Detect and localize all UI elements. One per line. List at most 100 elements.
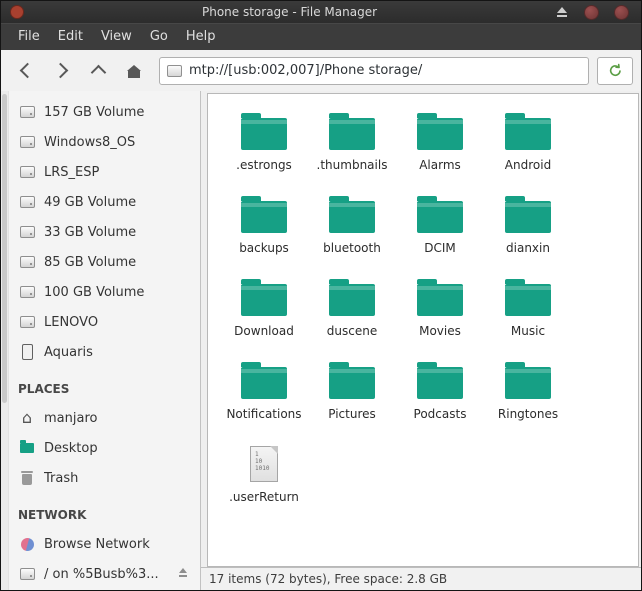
folder-icon [241,118,287,150]
binary-file-icon: 1 10 1010 [250,446,278,482]
up-button[interactable] [81,56,115,86]
menu-view[interactable]: View [92,24,141,50]
folder-icon [329,118,375,150]
file-item-label: dianxin [484,241,572,255]
statusbar: 17 items (72 bytes), Free space: 2.8 GB [201,567,641,590]
sidebar-item-label: 33 GB Volume [44,225,136,240]
file-item-label: bluetooth [308,241,396,255]
sidebar-item-windows8-os[interactable]: Windows8_OS [13,127,200,157]
file-item-android[interactable]: Android [484,106,572,189]
sidebar-item-label: Desktop [44,441,98,456]
drive-icon [18,254,36,270]
folder-icon [329,201,375,233]
drive-icon [18,566,36,582]
file-item-dcim[interactable]: DCIM [396,189,484,272]
sidebar-item-85-gb-volume[interactable]: 85 GB Volume [13,247,200,277]
folder-icon [505,367,551,399]
reload-icon [608,63,623,78]
file-view[interactable]: .estrongs.thumbnailsAlarmsAndroid backups… [207,93,639,567]
home-button[interactable] [117,56,151,86]
main-column: .estrongs.thumbnailsAlarmsAndroid backups… [201,91,641,590]
file-grid: .estrongs.thumbnailsAlarmsAndroid backups… [208,94,638,521]
file-item-bluetooth[interactable]: bluetooth [308,189,396,272]
sidebar-item-browse-network[interactable]: Browse Network [13,529,200,559]
file-item-userreturn[interactable]: 1 10 1010.userReturn [220,438,308,521]
titlebar[interactable]: Phone storage - File Manager [1,1,641,23]
sidebar-list: 157 GB Volume Windows8_OSLRS_ESP49 GB Vol… [1,91,200,589]
home-icon [128,71,140,78]
sidebar-item-33-gb-volume[interactable]: 33 GB Volume [13,217,200,247]
file-item-label: .thumbnails [308,158,396,172]
sidebar-item-trash[interactable]: Trash [13,463,200,493]
location-bar[interactable] [159,57,589,85]
file-item-thumbnails[interactable]: .thumbnails [308,106,396,189]
file-item-label: Ringtones [484,407,572,421]
menu-file[interactable]: File [9,24,49,50]
menu-help[interactable]: Help [177,24,225,50]
location-input[interactable] [189,63,581,78]
file-item-duscene[interactable]: duscene [308,272,396,355]
folder-icon [329,284,375,316]
file-item-notifications[interactable]: Notifications [220,355,308,438]
sidebar-item-49-gb-volume[interactable]: 49 GB Volume [13,187,200,217]
home-icon: ⌂ [18,410,36,426]
folder-icon [18,440,36,456]
network-icon [18,536,36,552]
statusbar-text: 17 items (72 bytes), Free space: 2.8 GB [209,572,447,586]
sidebar-item-label: manjaro [44,411,97,426]
file-item-pictures[interactable]: Pictures [308,355,396,438]
sidebar-item-label: / on %5Busb%3... [44,567,159,582]
drive-icon [18,284,36,300]
sidebar-item-157-gb-volume[interactable]: 157 GB Volume [13,97,200,127]
forward-icon [53,63,69,79]
reload-button[interactable] [597,57,633,85]
file-item-alarms[interactable]: Alarms [396,106,484,189]
menu-go[interactable]: Go [141,24,177,50]
back-button[interactable] [9,56,43,86]
drive-icon [18,194,36,210]
file-item-label: Notifications [220,407,308,421]
file-item-label: Download [220,324,308,338]
close-button[interactable] [614,5,629,20]
sidebar-scrollbar[interactable] [1,91,9,590]
menubar: FileEditViewGoHelp [1,23,641,50]
maximize-button[interactable] [584,5,599,20]
toolbar [1,50,641,92]
file-item-label: Movies [396,324,484,338]
folder-icon [505,284,551,316]
sidebar-item-lenovo[interactable]: LENOVO [13,307,200,337]
sidebar-item-desktop[interactable]: Desktop [13,433,200,463]
folder-icon [417,284,463,316]
sidebar-item-manjaro[interactable]: ⌂ manjaro [13,403,200,433]
sidebar-item-100-gb-volume[interactable]: 100 GB Volume [13,277,200,307]
file-item-label: duscene [308,324,396,338]
menu-edit[interactable]: Edit [49,24,92,50]
sidebar-item-label: 100 GB Volume [44,285,144,300]
folder-icon [505,118,551,150]
file-item-label: Android [484,158,572,172]
drive-icon [18,134,36,150]
forward-button[interactable] [45,56,79,86]
eject-button[interactable] [177,568,190,580]
eject-icon[interactable] [555,6,569,18]
file-item-movies[interactable]: Movies [396,272,484,355]
folder-icon [241,367,287,399]
folder-icon [417,118,463,150]
sidebar-scrollbar-thumb[interactable] [2,94,7,403]
file-item-download[interactable]: Download [220,272,308,355]
drive-icon [18,224,36,240]
file-item-label: Podcasts [396,407,484,421]
folder-icon [329,367,375,399]
places-header: PLACES [13,367,200,403]
file-item-ringtones[interactable]: Ringtones [484,355,572,438]
trash-icon [18,470,36,486]
file-item-backups[interactable]: backups [220,189,308,272]
file-item-music[interactable]: Music [484,272,572,355]
sidebar-item-label: 157 GB Volume [44,105,144,120]
file-item-dianxin[interactable]: dianxin [484,189,572,272]
sidebar-item-on-5busb-3[interactable]: / on %5Busb%3... [13,559,200,589]
file-item-podcasts[interactable]: Podcasts [396,355,484,438]
sidebar-item-lrs-esp[interactable]: LRS_ESP [13,157,200,187]
sidebar-item-aquaris[interactable]: Aquaris [13,337,200,367]
file-item-estrongs[interactable]: .estrongs [220,106,308,189]
